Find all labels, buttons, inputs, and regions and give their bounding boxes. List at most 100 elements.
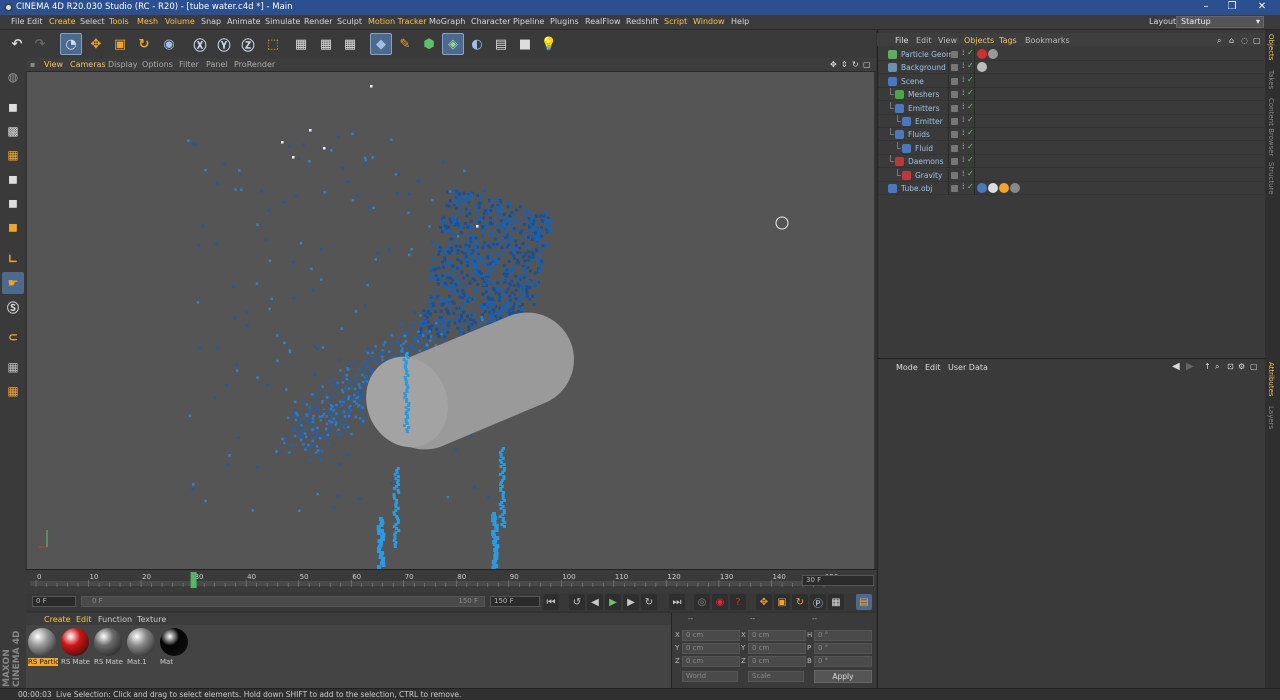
tab-structure[interactable]: Structure bbox=[1267, 162, 1275, 195]
key-rotation-icon[interactable]: ↻ bbox=[792, 594, 808, 610]
position-x-field[interactable]: 0 cm bbox=[682, 630, 740, 641]
coordinate-system-icon[interactable]: ⬚ bbox=[262, 33, 284, 55]
size-x-field[interactable]: 0 cm bbox=[748, 630, 806, 641]
frame-range-slider[interactable]: 0 F 150 F bbox=[81, 596, 485, 607]
objects-menu-objects[interactable]: Objects bbox=[964, 36, 994, 45]
workplane-lock-icon[interactable]: ▦ bbox=[2, 356, 24, 378]
move-icon[interactable]: ✥ bbox=[85, 33, 107, 55]
menu-sculpt[interactable]: Sculpt bbox=[337, 17, 362, 26]
object-tag-icon[interactable] bbox=[1010, 183, 1020, 193]
layout-select[interactable]: Startup ▾ bbox=[1176, 16, 1264, 28]
objects-menu-bookmarks[interactable]: Bookmarks bbox=[1025, 36, 1070, 45]
menu-snap[interactable]: Snap bbox=[201, 17, 221, 26]
enabled-check-icon[interactable]: ✓ bbox=[967, 142, 974, 151]
viewport-menu-panel[interactable]: Panel bbox=[206, 60, 228, 69]
visibility-dots-icon[interactable]: ⁞ bbox=[962, 155, 965, 164]
points-mode-icon[interactable]: ◼ bbox=[2, 168, 24, 190]
material-menu-edit[interactable]: Edit bbox=[76, 615, 92, 624]
layer-flag-icon[interactable] bbox=[951, 185, 958, 192]
end-frame-field[interactable]: 150 F bbox=[490, 596, 540, 607]
viewport-menu-cameras[interactable]: Cameras bbox=[70, 60, 106, 69]
object-tag-icon[interactable] bbox=[988, 183, 998, 193]
object-tag-icon[interactable] bbox=[977, 62, 987, 73]
planar-workplane-icon[interactable]: ▦ bbox=[2, 380, 24, 402]
material-menu-function[interactable]: Function bbox=[98, 615, 132, 624]
material-menu-create[interactable]: Create bbox=[44, 615, 71, 624]
layer-flag-icon[interactable] bbox=[951, 118, 958, 125]
object-tag-icon[interactable] bbox=[988, 49, 998, 59]
size-z-field[interactable]: 0 cm bbox=[748, 656, 806, 667]
size-mode-dropdown[interactable]: Scale bbox=[748, 671, 804, 682]
key-scale-icon[interactable]: ▣ bbox=[774, 594, 790, 610]
new-window-icon[interactable]: ▢ bbox=[1250, 362, 1258, 371]
menu-create[interactable]: Create bbox=[49, 17, 76, 26]
menu-mesh[interactable]: Mesh bbox=[137, 17, 158, 26]
object-name[interactable]: Scene bbox=[901, 77, 924, 86]
objects-menu-view[interactable]: View bbox=[938, 36, 957, 45]
new-window-icon[interactable]: ▢ bbox=[1253, 36, 1261, 45]
tab-objects[interactable]: Objects bbox=[1267, 34, 1275, 60]
material-menu-texture[interactable]: Texture bbox=[137, 615, 166, 624]
back-arrow-icon[interactable]: ◀ bbox=[1172, 361, 1180, 372]
object-name[interactable]: Meshers bbox=[908, 90, 939, 99]
go-to-end-icon[interactable]: ⏭ bbox=[669, 594, 685, 610]
workplane-mode-icon[interactable]: ▦ bbox=[2, 144, 24, 166]
layer-icon[interactable]: ◌ bbox=[1241, 36, 1248, 45]
object-name[interactable]: Fluid bbox=[915, 144, 933, 153]
key-parameter-icon[interactable]: Ⓟ bbox=[810, 594, 826, 610]
scale-icon[interactable]: ▣ bbox=[109, 33, 131, 55]
material-swatch[interactable]: RS Partic bbox=[28, 628, 58, 668]
enabled-check-icon[interactable]: ✓ bbox=[967, 75, 974, 84]
previous-frame-icon[interactable]: ◀ bbox=[587, 594, 603, 610]
close-button[interactable]: ✕ bbox=[1252, 1, 1272, 12]
enabled-check-icon[interactable]: ✓ bbox=[967, 182, 974, 191]
coordinate-mode-dropdown[interactable]: World bbox=[682, 671, 738, 682]
menu-select[interactable]: Select bbox=[80, 17, 105, 26]
menu-file[interactable]: File bbox=[11, 17, 24, 26]
x-axis-lock-icon[interactable]: Ⓧ bbox=[189, 33, 211, 55]
pen-spline-icon[interactable]: ✎ bbox=[394, 33, 416, 55]
menu-redshift[interactable]: Redshift bbox=[626, 17, 658, 26]
object-row[interactable]: Background ⁞ ✓ bbox=[878, 61, 1264, 75]
material-swatch[interactable]: Mat bbox=[160, 628, 190, 668]
viewport-menu-filter[interactable]: Filter bbox=[179, 60, 199, 69]
dolly-icon[interactable]: ⇕ bbox=[841, 60, 848, 69]
menu-help[interactable]: Help bbox=[731, 17, 749, 26]
viewport-menu-view[interactable]: View bbox=[44, 60, 63, 69]
object-name[interactable]: Emitter bbox=[915, 117, 943, 126]
object-name[interactable]: Tube.obj bbox=[901, 184, 932, 193]
layer-flag-icon[interactable] bbox=[951, 131, 958, 139]
object-name[interactable]: Gravity bbox=[915, 171, 942, 180]
start-frame-field[interactable]: 0 F bbox=[32, 596, 76, 607]
viewport-menu-prorender[interactable]: ProRender bbox=[234, 60, 275, 69]
search-icon[interactable]: ⌕ bbox=[1215, 362, 1219, 372]
object-name[interactable]: Background bbox=[901, 63, 946, 72]
visibility-dots-icon[interactable]: ⁞ bbox=[962, 75, 965, 84]
search-icon[interactable]: ⌕ bbox=[1217, 36, 1221, 46]
z-axis-lock-icon[interactable]: Ⓩ bbox=[237, 33, 259, 55]
object-row[interactable]: Fluids ⁞ ✓ bbox=[878, 128, 1264, 142]
previous-key-icon[interactable]: ↺ bbox=[569, 594, 585, 610]
render-view-icon[interactable]: ▦ bbox=[290, 33, 312, 55]
object-tag-icon[interactable] bbox=[977, 183, 987, 193]
timeline-track[interactable] bbox=[30, 581, 826, 586]
enabled-check-icon[interactable]: ✓ bbox=[967, 48, 974, 57]
layer-flag-icon[interactable] bbox=[951, 144, 958, 152]
playhead[interactable] bbox=[190, 572, 197, 588]
menu-window[interactable]: Window bbox=[693, 17, 725, 26]
settings-icon[interactable]: ⚙ bbox=[1238, 362, 1245, 371]
3d-viewport[interactable] bbox=[27, 72, 874, 569]
menu-mograph[interactable]: MoGraph bbox=[429, 17, 465, 26]
move-view-icon[interactable]: ✥ bbox=[830, 60, 837, 69]
material-swatch[interactable]: Mat.1 bbox=[127, 628, 157, 668]
layer-flag-icon[interactable] bbox=[951, 77, 958, 85]
menu-script[interactable]: Script bbox=[664, 17, 687, 26]
solo-icon[interactable]: Ⓢ bbox=[2, 296, 24, 318]
tweak-mode-icon[interactable]: ☛ bbox=[2, 272, 24, 294]
viewport-menu-display[interactable]: Display bbox=[108, 60, 138, 69]
camera-icon[interactable]: ■ bbox=[514, 33, 536, 55]
light-icon[interactable]: 💡 bbox=[538, 33, 560, 55]
object-name[interactable]: Fluids bbox=[908, 130, 930, 139]
axis-mode-icon[interactable]: ∟ bbox=[2, 248, 24, 270]
menu-plugins[interactable]: Plugins bbox=[550, 17, 579, 26]
